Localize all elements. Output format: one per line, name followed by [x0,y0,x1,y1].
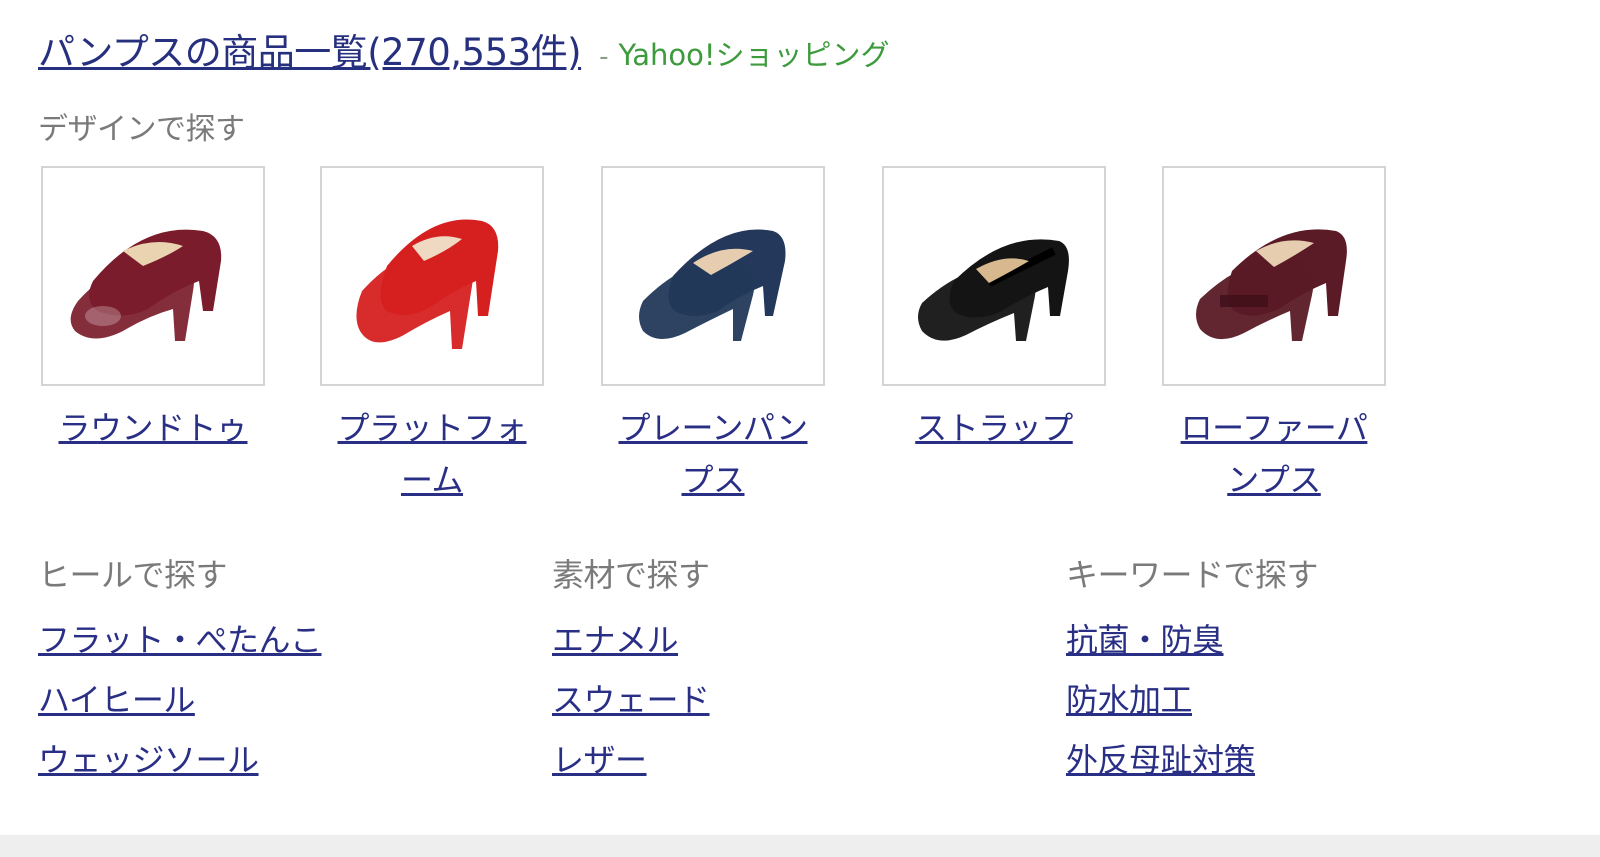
material-heading: 素材で探す [552,556,710,594]
shoe-image [70,229,222,341]
platform-thumbnail[interactable] [320,166,544,386]
shoe-image [356,219,499,349]
heel-heading: ヒールで探す [38,556,228,594]
result-title-link[interactable]: パンプスの商品一覧(270,553件) [38,22,582,76]
plain-pumps-thumbnail[interactable] [601,166,825,386]
shoe-image [639,229,786,341]
heel-link-high-heel[interactable]: ハイヒール [38,670,508,730]
heel-link-flat[interactable]: フラット・ぺたんこ [38,610,508,670]
design-item-loafer-pumps[interactable]: ローファーパンプス [1159,166,1389,506]
design-grid: ラウンドトゥ プラットフォーム プレーンパンプス ストラップ ローファーパンプス [38,166,1458,506]
bottom-divider [0,835,1600,857]
keyword-heading: キーワードで探す [1066,556,1319,594]
round-toe-thumbnail[interactable] [41,166,265,386]
design-label-round-toe[interactable]: ラウンドトゥ [38,402,268,454]
material-link-suede[interactable]: スウェード [552,670,1022,730]
shoe-image [918,239,1069,341]
design-label-loafer-pumps[interactable]: ローファーパンプス [1159,402,1389,506]
design-heading: デザインで探す [38,112,245,147]
heel-column: ヒールで探す フラット・ぺたんこ ハイヒール ウェッジソール [38,550,508,790]
material-link-enamel[interactable]: エナメル [552,610,1022,670]
title-separator: - [599,42,609,72]
strap-thumbnail[interactable] [882,166,1106,386]
keyword-link-antibacterial[interactable]: 抗菌・防臭 [1066,610,1536,670]
material-link-leather[interactable]: レザー [552,730,1022,790]
design-item-round-toe[interactable]: ラウンドトゥ [38,166,268,454]
loafer-pumps-thumbnail[interactable] [1162,166,1386,386]
design-label-strap[interactable]: ストラップ [879,402,1109,454]
shoe-image [1196,229,1347,341]
heel-link-wedge[interactable]: ウェッジソール [38,730,508,790]
design-item-platform[interactable]: プラットフォーム [317,166,547,506]
material-column: 素材で探す エナメル スウェード レザー [552,550,1022,790]
result-source: Yahoo!ショッピング [618,38,890,72]
keyword-column: キーワードで探す 抗菌・防臭 防水加工 外反母趾対策 [1066,550,1536,790]
keyword-link-hallux-valgus[interactable]: 外反母趾対策 [1066,730,1536,790]
keyword-link-waterproof[interactable]: 防水加工 [1066,670,1536,730]
design-label-platform[interactable]: プラットフォーム [317,402,547,506]
design-label-plain-pumps[interactable]: プレーンパンプス [598,402,828,506]
design-item-plain-pumps[interactable]: プレーンパンプス [598,166,828,506]
result-header: パンプスの商品一覧(270,553件) - Yahoo!ショッピング [38,22,890,76]
design-item-strap[interactable]: ストラップ [879,166,1109,454]
